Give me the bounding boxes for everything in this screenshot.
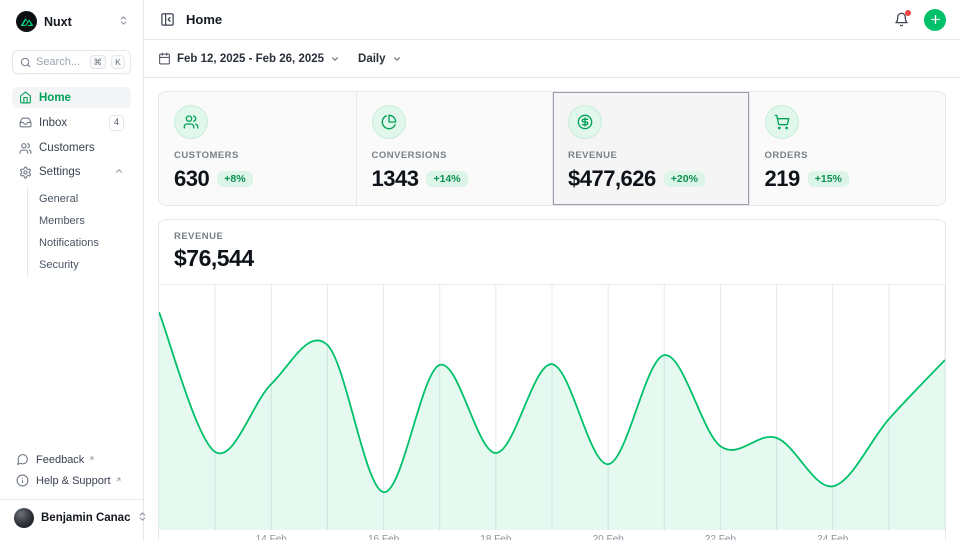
period-value: Daily (358, 53, 386, 65)
external-link-icon (115, 474, 122, 486)
sidebar-item-settings[interactable]: Settings (12, 162, 131, 183)
x-tick-label: 14 Feb (256, 534, 287, 540)
dollar-circle-icon (568, 105, 602, 139)
sidebar-item-general[interactable]: General (28, 188, 131, 210)
workspace-name: Nuxt (44, 15, 111, 29)
chart-title: REVENUE (174, 231, 930, 242)
external-link-icon (88, 453, 95, 465)
stat-card-orders[interactable]: ORDERS 219 +15% (749, 92, 946, 205)
app-window: Nuxt Search... ⌘ K Home (0, 0, 960, 540)
sidebar-item-notifications[interactable]: Notifications (28, 232, 131, 254)
inbox-count-badge: 4 (109, 115, 124, 131)
kbd-k: K (111, 55, 125, 69)
settings-submenu: General Members Notifications Security (27, 188, 131, 276)
sidebar-item-inbox[interactable]: Inbox 4 (12, 111, 131, 135)
date-range-picker[interactable]: Feb 12, 2025 - Feb 26, 2025 (158, 52, 340, 65)
chart-header: REVENUE $76,544 (159, 220, 945, 284)
stat-delta-badge: +20% (664, 171, 705, 187)
x-tick-label: 22 Feb (705, 534, 736, 540)
chevrons-up-down-icon (118, 13, 129, 31)
user-name: Benjamin Canac (41, 512, 130, 524)
gear-icon (19, 166, 32, 179)
avatar (14, 508, 34, 528)
sidebar-item-members[interactable]: Members (28, 210, 131, 232)
add-button[interactable] (924, 9, 946, 31)
message-circle-icon (16, 453, 29, 466)
inbox-icon (19, 116, 32, 129)
stat-card-conversions[interactable]: CONVERSIONS 1343 +14% (356, 92, 553, 205)
revenue-area-chart[interactable] (159, 284, 945, 530)
kbd-cmd: ⌘ (90, 55, 107, 69)
search-icon (20, 57, 31, 68)
help-support-label: Help & Support (36, 475, 111, 487)
stats-grid: CUSTOMERS 630 +8% CONVERSIONS 1343 +14% (158, 91, 946, 206)
feedback-label: Feedback (36, 454, 84, 466)
sidebar-spacer (12, 276, 131, 449)
sidebar: Nuxt Search... ⌘ K Home (0, 0, 144, 540)
search-placeholder: Search... (36, 56, 85, 68)
stat-delta-badge: +14% (426, 171, 467, 187)
page-title: Home (186, 12, 883, 27)
users-icon (19, 142, 32, 155)
team-switcher[interactable]: Nuxt (12, 8, 131, 35)
chevron-down-icon (330, 54, 340, 64)
x-tick-label: 20 Feb (593, 534, 624, 540)
sidebar-item-label: Settings (39, 166, 107, 178)
home-icon (19, 91, 32, 104)
x-tick-label: 18 Feb (480, 534, 511, 540)
user-menu[interactable]: Benjamin Canac (12, 500, 131, 530)
dashboard-content: CUSTOMERS 630 +8% CONVERSIONS 1343 +14% (144, 78, 960, 540)
stat-label: ORDERS (765, 150, 931, 161)
x-tick-label: 16 Feb (368, 534, 399, 540)
chart-x-axis: 14 Feb 16 Feb 18 Feb 20 Feb 22 Feb 24 Feb (159, 530, 945, 540)
notification-dot (905, 10, 911, 16)
stat-label: CUSTOMERS (174, 150, 341, 161)
feedback-link[interactable]: Feedback (12, 449, 131, 470)
x-tick-label: 24 Feb (817, 534, 848, 540)
sidebar-item-customers[interactable]: Customers (12, 138, 131, 159)
nuxt-logo-icon (16, 11, 37, 32)
stat-label: CONVERSIONS (372, 150, 538, 161)
stat-label: REVENUE (568, 150, 734, 161)
stat-value: 1343 (372, 166, 419, 192)
stat-delta-badge: +15% (808, 171, 849, 187)
filter-toolbar: Feb 12, 2025 - Feb 26, 2025 Daily (144, 40, 960, 78)
plus-icon (929, 13, 942, 26)
period-select[interactable]: Daily (358, 53, 402, 65)
top-header: Home (144, 0, 960, 40)
search-input[interactable]: Search... ⌘ K (12, 50, 131, 74)
stat-value: 630 (174, 166, 209, 192)
stat-delta-badge: +8% (217, 171, 252, 187)
panel-left-close-icon (160, 12, 175, 27)
date-range-value: Feb 12, 2025 - Feb 26, 2025 (177, 53, 324, 65)
collapse-sidebar-button[interactable] (158, 10, 177, 29)
revenue-chart-card: REVENUE $76,544 14 Feb 16 Feb 18 Feb 20 Feb… (158, 219, 946, 540)
main-area: Home Feb 12, 2025 - Feb 26, 2025 (144, 0, 960, 540)
users-icon (174, 105, 208, 139)
sidebar-nav: Home Inbox 4 Customers Settings (12, 87, 131, 276)
sidebar-item-label: Customers (39, 142, 124, 154)
chart-headline-value: $76,544 (174, 245, 930, 272)
chevron-up-icon (114, 166, 124, 179)
stat-card-revenue[interactable]: REVENUE $477,626 +20% (552, 92, 749, 205)
sidebar-item-label: Home (39, 92, 124, 104)
pie-chart-icon (372, 105, 406, 139)
info-circle-icon (16, 474, 29, 487)
sidebar-item-label: Inbox (39, 117, 102, 129)
notifications-button[interactable] (892, 10, 911, 29)
sidebar-item-security[interactable]: Security (28, 254, 131, 276)
calendar-icon (158, 52, 171, 65)
help-support-link[interactable]: Help & Support (12, 470, 131, 491)
chevron-down-icon (392, 54, 402, 64)
stat-value: $477,626 (568, 166, 656, 192)
stat-card-customers[interactable]: CUSTOMERS 630 +8% (159, 92, 356, 205)
stat-value: 219 (765, 166, 800, 192)
cart-icon (765, 105, 799, 139)
sidebar-item-home[interactable]: Home (12, 87, 131, 108)
